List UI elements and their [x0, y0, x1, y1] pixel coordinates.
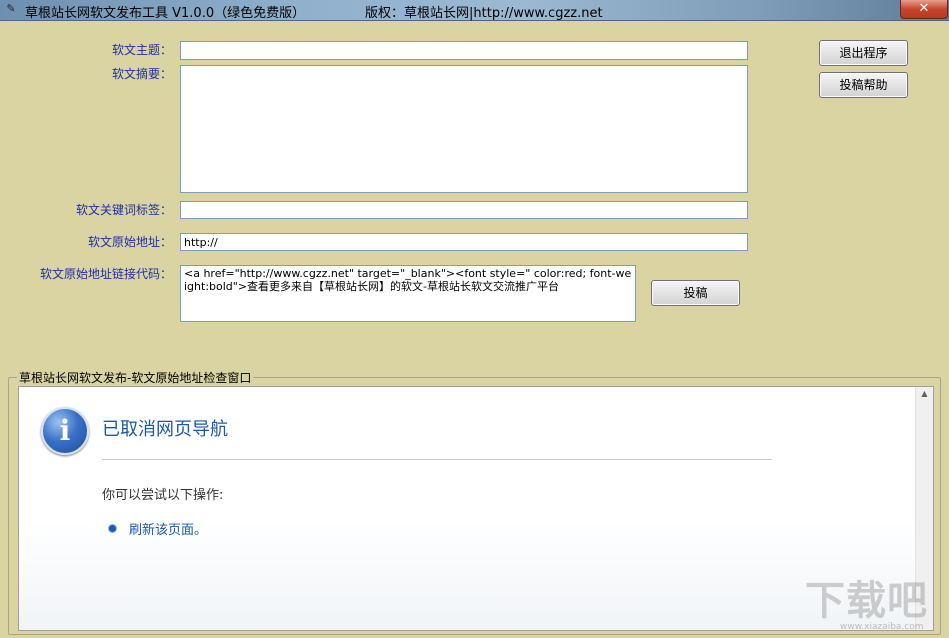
link-code-textarea[interactable]: <a href="http://www.cgzz.net" target="_b… [180, 265, 636, 322]
main-client-area: 软文主题： 软文摘要： 软文关键词标签： 软文原始地址： 软文原始地址链接代码：… [0, 21, 949, 638]
original-url-input[interactable] [180, 233, 748, 251]
summary-label: 软文摘要： [111, 67, 172, 81]
watermark-url: www.xiazaiba.com [840, 622, 924, 632]
check-window-title: 草根站长网软文发布-软文原始地址检查窗口 [17, 369, 254, 386]
original-url-label: 软文原始地址： [87, 235, 172, 249]
exit-button[interactable]: 退出程序 [819, 40, 908, 66]
app-icon: ✎ [6, 2, 16, 15]
refresh-page-link[interactable]: 刷新该页面。 [129, 519, 207, 538]
link-code-label: 软文原始地址链接代码： [39, 267, 172, 281]
title-bar[interactable]: ✎ 草根站长网软文发布工具 V1.0.0（绿色免费版） 版权：草根站长网|htt… [0, 0, 949, 21]
window-copyright: 版权：草根站长网|http://www.cgzz.net [365, 6, 603, 21]
help-button[interactable]: 投稿帮助 [819, 72, 908, 98]
subject-input[interactable] [180, 41, 748, 60]
close-button[interactable]: ✕ [900, 0, 948, 19]
scroll-up-arrow-icon[interactable]: ▲ [916, 389, 933, 398]
suggestion-text: 你可以尝试以下操作: [102, 488, 224, 503]
submit-button[interactable]: 投稿 [651, 280, 740, 306]
nav-cancelled-heading: 已取消网页导航 [102, 419, 228, 440]
info-icon: i [41, 407, 89, 455]
bullet-icon [108, 524, 117, 533]
divider [102, 459, 772, 460]
watermark-logo: 下载吧 [805, 578, 928, 624]
window-title: 草根站长网软文发布工具 V1.0.0（绿色免费版） [25, 6, 306, 21]
keywords-input[interactable] [180, 201, 748, 219]
subject-label: 软文主题： [111, 43, 172, 57]
summary-textarea[interactable] [180, 65, 748, 193]
keywords-label: 软文关键词标签： [75, 203, 172, 217]
embedded-browser[interactable]: i 已取消网页导航 你可以尝试以下操作: 刷新该页面。 ▲ [18, 386, 934, 631]
